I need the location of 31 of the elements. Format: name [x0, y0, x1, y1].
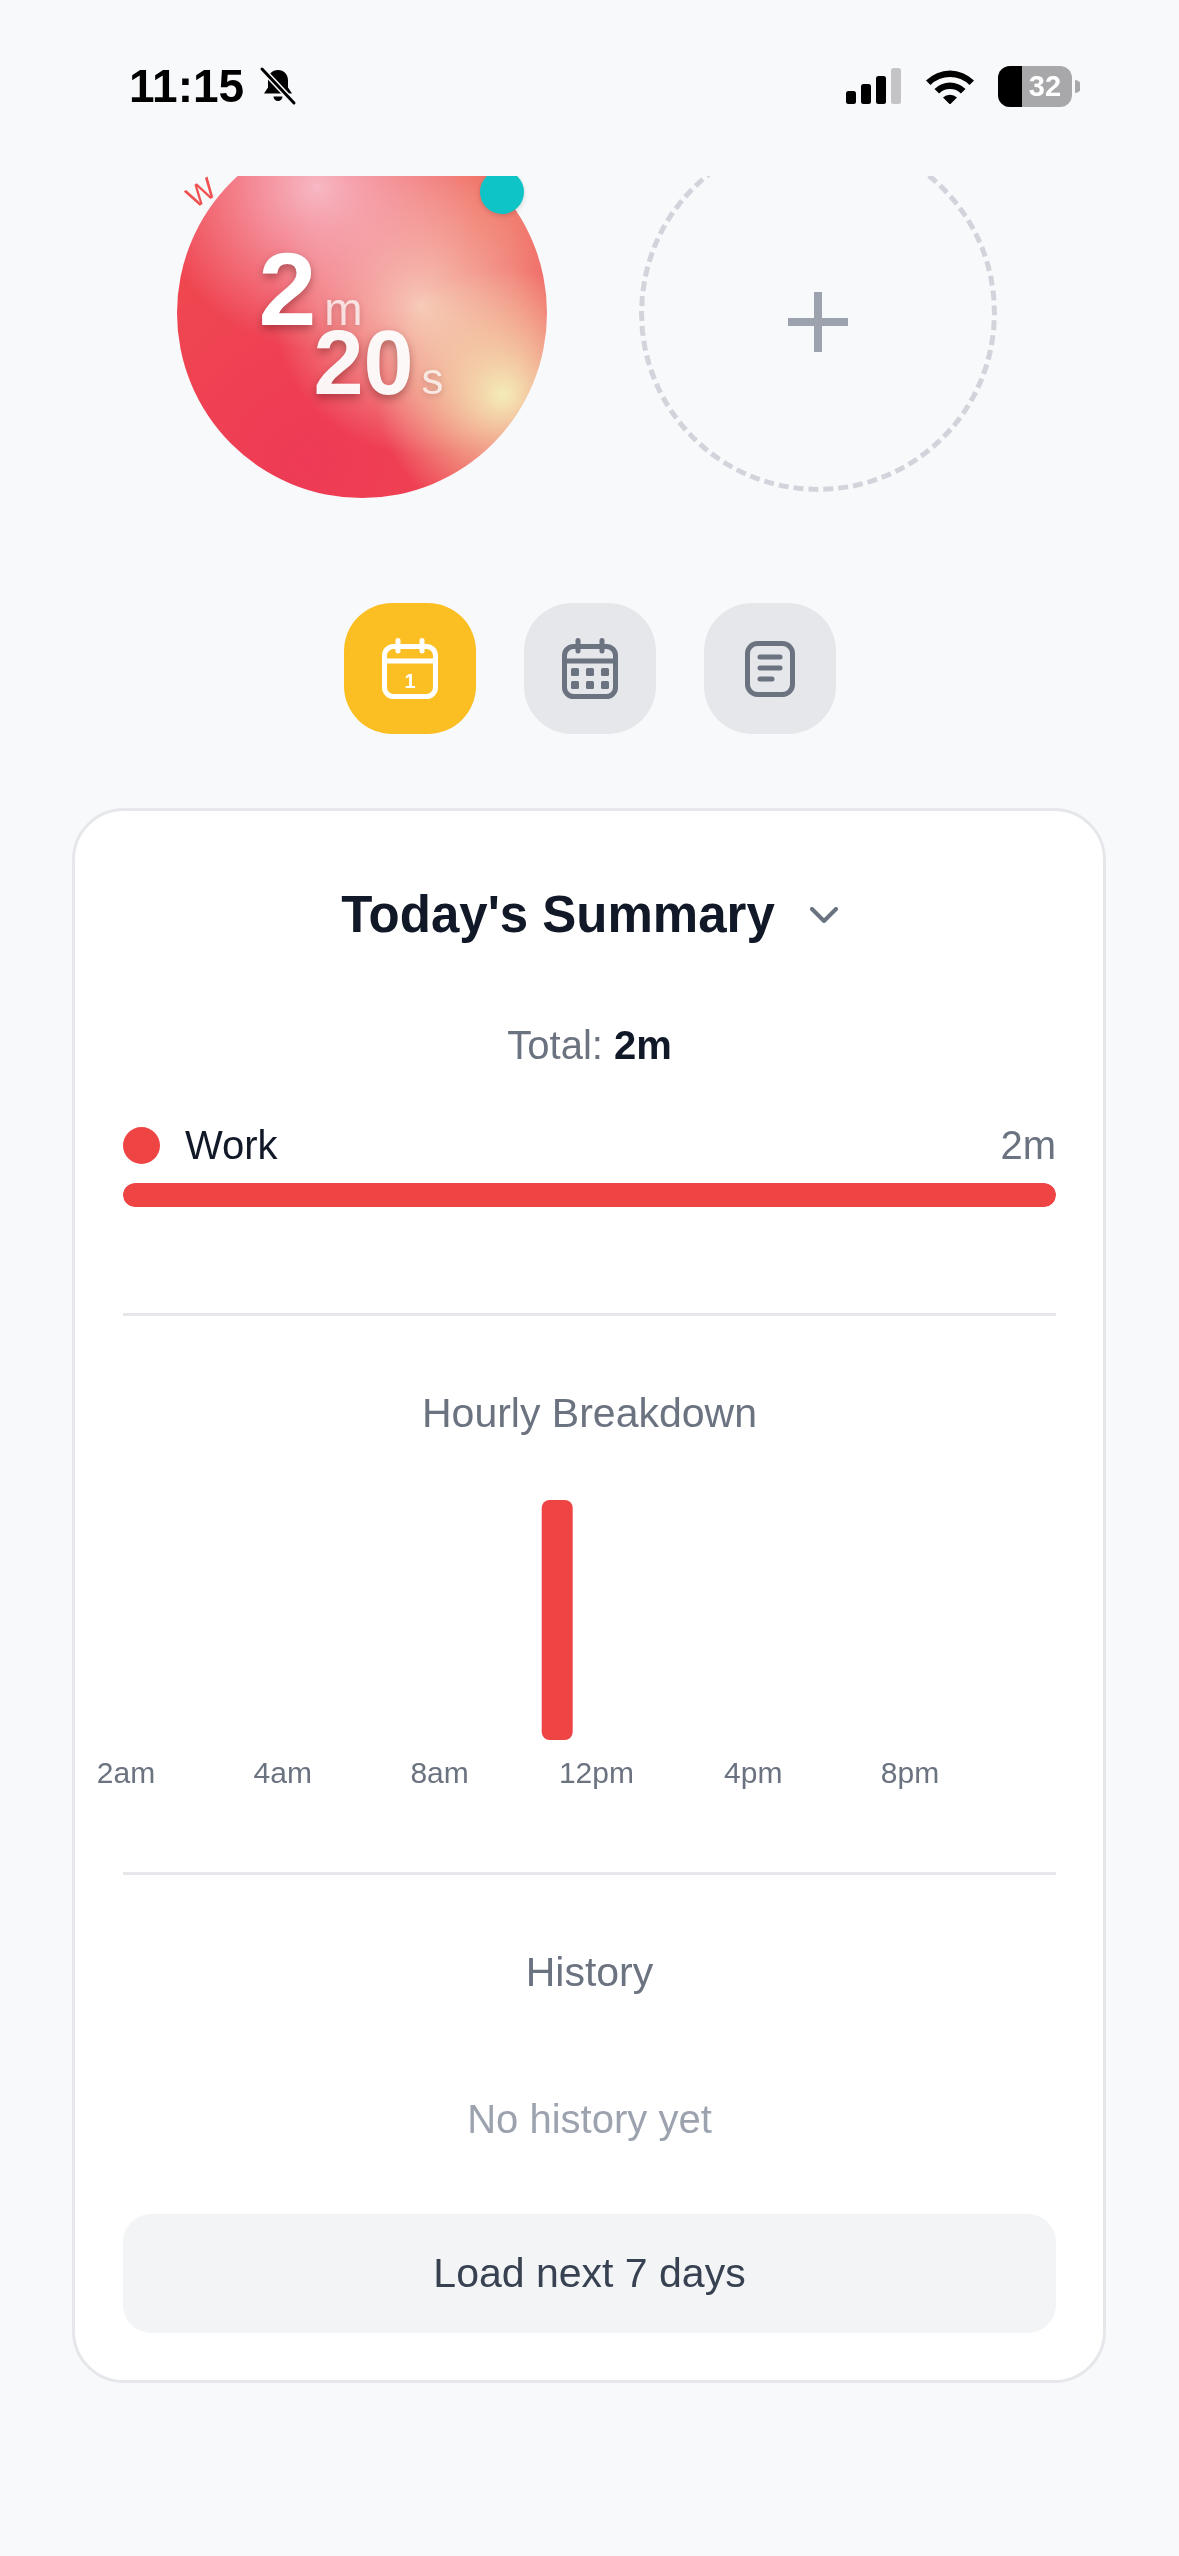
battery-percent: 32: [1027, 70, 1063, 102]
hour-axis-label: 12pm: [558, 1756, 634, 1789]
hour-axis-label: 8am: [410, 1756, 469, 1789]
category-duration: 2m: [1000, 1122, 1056, 1169]
signal-icon: [846, 68, 902, 104]
chevron-down-icon[interactable]: [809, 907, 838, 923]
status-dot-icon: [479, 176, 524, 214]
bell-slash-icon: [258, 66, 299, 106]
view-tab[interactable]: 1: [343, 603, 476, 734]
hour-axis-label: 4pm: [724, 1756, 783, 1789]
hour-axis-label: 2am: [96, 1756, 156, 1789]
hourly-title: Hourly Breakdown: [421, 1389, 758, 1438]
summary-title: Today's Summary: [341, 885, 775, 945]
plus-icon: [787, 292, 848, 352]
empty-history-text: No history yet: [466, 2096, 713, 2143]
battery-icon: [998, 65, 1080, 107]
total-value: 2m: [613, 1022, 672, 1069]
calendar-grid-icon: [561, 638, 618, 699]
status-time: 11:15: [129, 63, 245, 109]
view-tab[interactable]: [523, 603, 656, 734]
hour-axis-label: 4am: [253, 1756, 312, 1789]
wifi-icon: [924, 68, 976, 104]
category-name: Work: [185, 1122, 278, 1169]
document-icon: [744, 640, 795, 697]
total-label: Total:: [507, 1022, 603, 1069]
load-more-button[interactable]: Load next 7 days: [123, 2214, 1056, 2333]
seconds-unit: s: [421, 360, 444, 398]
timer-label: W: [180, 176, 221, 214]
history-title: History: [524, 1948, 655, 1997]
view-tab[interactable]: [703, 603, 836, 734]
hour-axis-label: 8pm: [880, 1756, 940, 1789]
